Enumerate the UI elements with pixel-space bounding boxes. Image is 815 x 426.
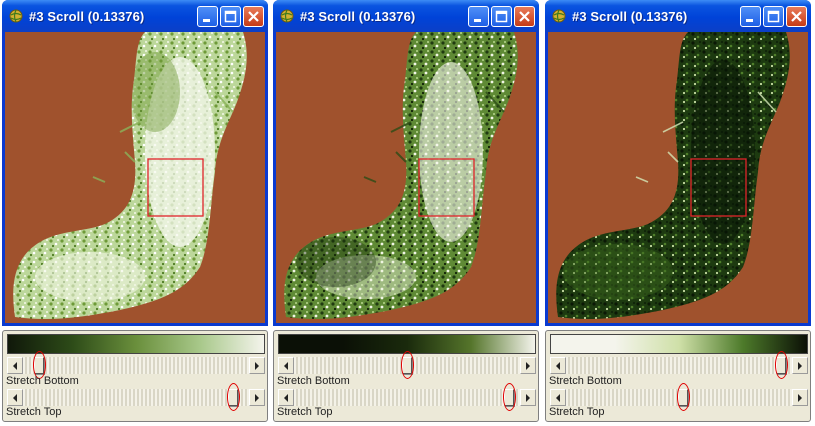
maximize-icon <box>767 10 780 23</box>
scroll-left-button[interactable] <box>7 357 23 374</box>
stretch-top-label: Stretch Top <box>6 406 62 418</box>
arrow-left-icon <box>13 394 17 402</box>
scroll-left-button[interactable] <box>278 389 294 406</box>
annotation-circle <box>677 383 691 411</box>
scroll-right-button[interactable] <box>792 389 808 406</box>
stretch-bottom-scrollbar[interactable] <box>550 351 808 379</box>
color-ramp <box>7 334 265 354</box>
stretch-bottom-label: Stretch Bottom <box>549 375 622 387</box>
minimize-button[interactable] <box>740 6 761 27</box>
stretch-panel-1: Stretch Bottom Stretch Top <box>2 330 268 422</box>
color-ramp <box>550 334 808 354</box>
minimize-button[interactable] <box>468 6 489 27</box>
stretch-top-scrollbar[interactable] <box>278 383 536 411</box>
stretch-bottom-label: Stretch Bottom <box>277 375 350 387</box>
stretch-bottom-label: Stretch Bottom <box>6 375 79 387</box>
arrow-right-icon <box>255 394 259 402</box>
arrow-right-icon <box>526 362 530 370</box>
window-title: #3 Scroll (0.13376) <box>572 9 688 24</box>
minimize-icon <box>746 19 753 22</box>
globe-icon <box>552 9 566 23</box>
minimize-button[interactable] <box>197 6 218 27</box>
close-icon <box>519 11 530 22</box>
minimize-icon <box>203 19 210 22</box>
arrow-left-icon <box>556 394 560 402</box>
maximize-icon <box>495 10 508 23</box>
scroll-right-button[interactable] <box>520 357 536 374</box>
stretch-top-label: Stretch Top <box>277 406 333 418</box>
scroll-left-button[interactable] <box>7 389 23 406</box>
maximize-button[interactable] <box>763 6 784 27</box>
scroll-window-3: #3 Scroll (0.13376) <box>545 0 811 326</box>
annotation-circle <box>401 351 414 379</box>
scroll-window-2: #3 Scroll (0.13376) <box>273 0 539 326</box>
maximize-button[interactable] <box>220 6 241 27</box>
image-view[interactable] <box>276 32 536 323</box>
window-title: #3 Scroll (0.13376) <box>29 9 145 24</box>
scroll-window-1: #3 Scroll (0.13376) <box>2 0 268 326</box>
annotation-circle <box>774 351 788 379</box>
scroll-left-button[interactable] <box>278 357 294 374</box>
stretch-top-scrollbar[interactable] <box>550 383 808 411</box>
globe-icon <box>280 9 294 23</box>
annotation-circle <box>227 383 241 411</box>
stretch-panel-3: Stretch Bottom Stretch Top <box>545 330 811 422</box>
close-button[interactable] <box>786 6 807 27</box>
maximize-icon <box>224 10 237 23</box>
annotation-circle <box>502 383 516 411</box>
close-button[interactable] <box>514 6 535 27</box>
window-title: #3 Scroll (0.13376) <box>300 9 416 24</box>
scroll-left-button[interactable] <box>550 389 566 406</box>
scroll-right-button[interactable] <box>792 357 808 374</box>
arrow-right-icon <box>255 362 259 370</box>
arrow-left-icon <box>284 394 288 402</box>
scroll-left-button[interactable] <box>550 357 566 374</box>
arrow-right-icon <box>798 394 802 402</box>
arrow-right-icon <box>798 362 802 370</box>
arrow-left-icon <box>13 362 17 370</box>
stretch-top-label: Stretch Top <box>549 406 605 418</box>
title-bar[interactable]: #3 Scroll (0.13376) <box>2 0 268 32</box>
minimize-icon <box>474 19 481 22</box>
globe-icon <box>9 9 23 23</box>
scroll-right-button[interactable] <box>520 389 536 406</box>
stretch-bottom-scrollbar[interactable] <box>7 351 265 379</box>
stretch-top-scrollbar[interactable] <box>7 383 265 411</box>
scroll-right-button[interactable] <box>249 389 265 406</box>
stretch-panel-2: Stretch Bottom Stretch Top <box>273 330 539 422</box>
scroll-right-button[interactable] <box>249 357 265 374</box>
image-view[interactable] <box>548 32 808 323</box>
arrow-right-icon <box>526 394 530 402</box>
stretch-bottom-scrollbar[interactable] <box>278 351 536 379</box>
title-bar[interactable]: #3 Scroll (0.13376) <box>545 0 811 32</box>
title-bar[interactable]: #3 Scroll (0.13376) <box>273 0 539 32</box>
arrow-left-icon <box>556 362 560 370</box>
close-icon <box>791 11 802 22</box>
maximize-button[interactable] <box>491 6 512 27</box>
close-button[interactable] <box>243 6 264 27</box>
arrow-left-icon <box>284 362 288 370</box>
image-view[interactable] <box>5 32 265 323</box>
close-icon <box>248 11 259 22</box>
